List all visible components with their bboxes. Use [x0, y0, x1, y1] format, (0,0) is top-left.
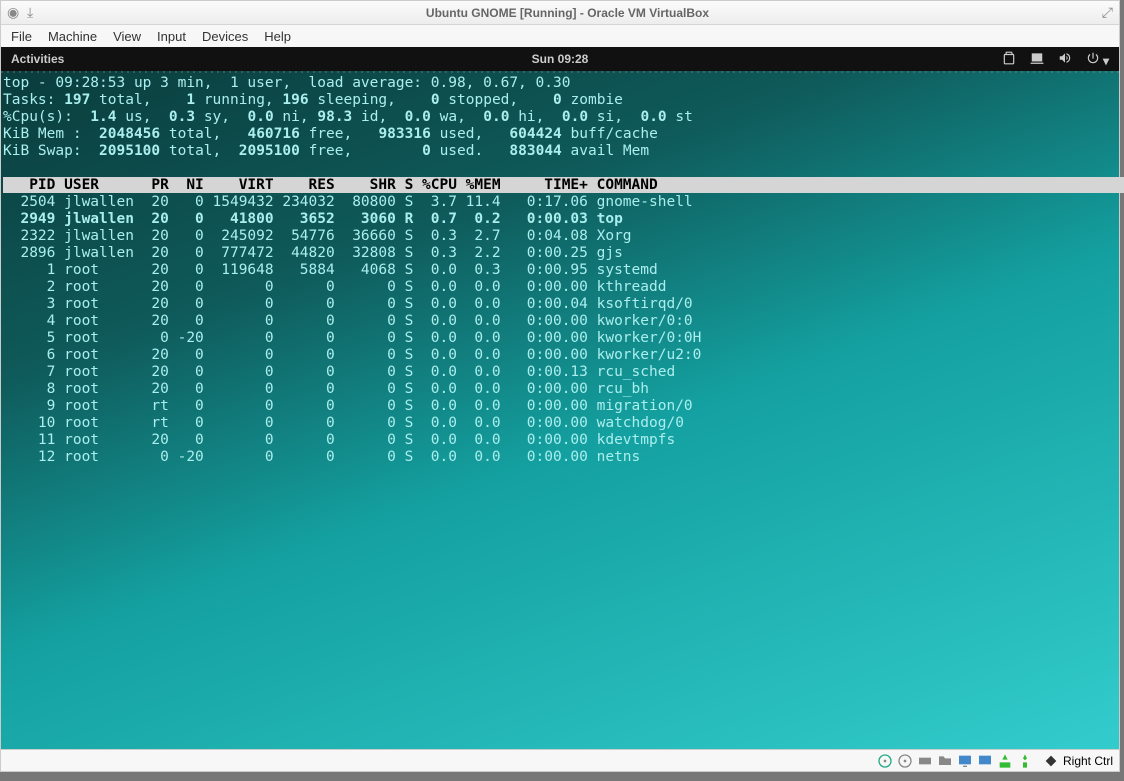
process-row: 8 root 20 0 0 0 0 S 0.0 0.0 0:00.00 rcu_… — [3, 381, 1117, 398]
process-row: 2 root 20 0 0 0 0 S 0.0 0.0 0:00.00 kthr… — [3, 279, 1117, 296]
menu-view[interactable]: View — [113, 29, 141, 44]
process-row: 11 root 20 0 0 0 0 S 0.0 0.0 0:00.00 kde… — [3, 432, 1117, 449]
process-row: 4 root 20 0 0 0 0 S 0.0 0.0 0:00.00 kwor… — [3, 313, 1117, 330]
additions-icon[interactable] — [997, 753, 1013, 769]
hd-icon[interactable] — [877, 753, 893, 769]
clipboard-icon[interactable] — [1002, 51, 1016, 68]
clock-label[interactable]: Sun 09:28 — [532, 52, 589, 66]
guest-screen[interactable]: Activities Sun 09:28 ▾ top - 09:28:53 up… — [1, 47, 1119, 749]
process-row: 2949 jlwallen 20 0 41800 3652 3060 R 0.7… — [3, 211, 1117, 228]
shared-folders-icon[interactable] — [937, 753, 953, 769]
window-title: Ubuntu GNOME [Running] - Oracle VM Virtu… — [33, 6, 1102, 20]
usb-icon[interactable] — [917, 753, 933, 769]
vm-menubar: File Machine View Input Devices Help — [1, 25, 1119, 47]
maximize-icon[interactable]: ⤢ — [1102, 4, 1113, 21]
process-row: 3 root 20 0 0 0 0 S 0.0 0.0 0:00.04 ksof… — [3, 296, 1117, 313]
menu-help[interactable]: Help — [264, 29, 291, 44]
power-icon[interactable]: ▾ — [1086, 51, 1109, 68]
mouse-integration-icon[interactable] — [1017, 753, 1033, 769]
host-key-icon[interactable] — [1043, 753, 1059, 769]
process-row: 1 root 20 0 119648 5884 4068 S 0.0 0.3 0… — [3, 262, 1117, 279]
top-summary-line3: %Cpu(s): 1.4 us, 0.3 sy, 0.0 ni, 98.3 id… — [3, 109, 693, 125]
separator-line — [1, 71, 1119, 73]
screen-icon[interactable] — [1030, 51, 1044, 68]
menu-machine[interactable]: Machine — [48, 29, 97, 44]
process-row: 2322 jlwallen 20 0 245092 54776 36660 S … — [3, 228, 1117, 245]
top-summary-line4: KiB Mem : 2048456 total, 460716 free, 98… — [3, 126, 658, 142]
process-row: 9 root rt 0 0 0 0 S 0.0 0.0 0:00.00 migr… — [3, 398, 1117, 415]
activities-button[interactable]: Activities — [11, 52, 64, 66]
process-row: 6 root 20 0 0 0 0 S 0.0 0.0 0:00.00 kwor… — [3, 347, 1117, 364]
menu-file[interactable]: File — [11, 29, 32, 44]
menu-devices[interactable]: Devices — [202, 29, 248, 44]
vm-titlebar[interactable]: ◉ ⤓ Ubuntu GNOME [Running] - Oracle VM V… — [1, 1, 1119, 25]
terminal-output[interactable]: top - 09:28:53 up 3 min, 1 user, load av… — [1, 73, 1119, 468]
top-column-headers: PID USER PR NI VIRT RES SHR S %CPU %MEM … — [3, 177, 1124, 193]
process-row: 2896 jlwallen 20 0 777472 44820 32808 S … — [3, 245, 1117, 262]
vm-window: ◉ ⤓ Ubuntu GNOME [Running] - Oracle VM V… — [0, 0, 1120, 772]
top-summary-line5: KiB Swap: 2095100 total, 2095100 free, 0… — [3, 143, 649, 159]
process-list: 2504 jlwallen 20 0 1549432 234032 80800 … — [3, 194, 1117, 466]
process-row: 5 root 0 -20 0 0 0 S 0.0 0.0 0:00.00 kwo… — [3, 330, 1117, 347]
cd-icon[interactable] — [897, 753, 913, 769]
process-row: 10 root rt 0 0 0 0 S 0.0 0.0 0:00.00 wat… — [3, 415, 1117, 432]
top-summary-line2: Tasks: 197 total, 1 running, 196 sleepin… — [3, 92, 623, 108]
host-key-label: Right Ctrl — [1063, 754, 1113, 768]
process-row: 2504 jlwallen 20 0 1549432 234032 80800 … — [3, 194, 1117, 211]
process-row: 7 root 20 0 0 0 0 S 0.0 0.0 0:00.13 rcu_… — [3, 364, 1117, 381]
record-icon[interactable] — [977, 753, 993, 769]
top-summary-line1: top - 09:28:53 up 3 min, 1 user, load av… — [3, 75, 570, 91]
process-row: 12 root 0 -20 0 0 0 S 0.0 0.0 0:00.00 ne… — [3, 449, 1117, 466]
menu-input[interactable]: Input — [157, 29, 186, 44]
vm-statusbar: Right Ctrl — [1, 749, 1119, 771]
pin-icon[interactable]: ◉ ⤓ — [7, 4, 33, 21]
sound-icon[interactable] — [1058, 51, 1072, 68]
gnome-topbar: Activities Sun 09:28 ▾ — [1, 47, 1119, 71]
display-icon[interactable] — [957, 753, 973, 769]
